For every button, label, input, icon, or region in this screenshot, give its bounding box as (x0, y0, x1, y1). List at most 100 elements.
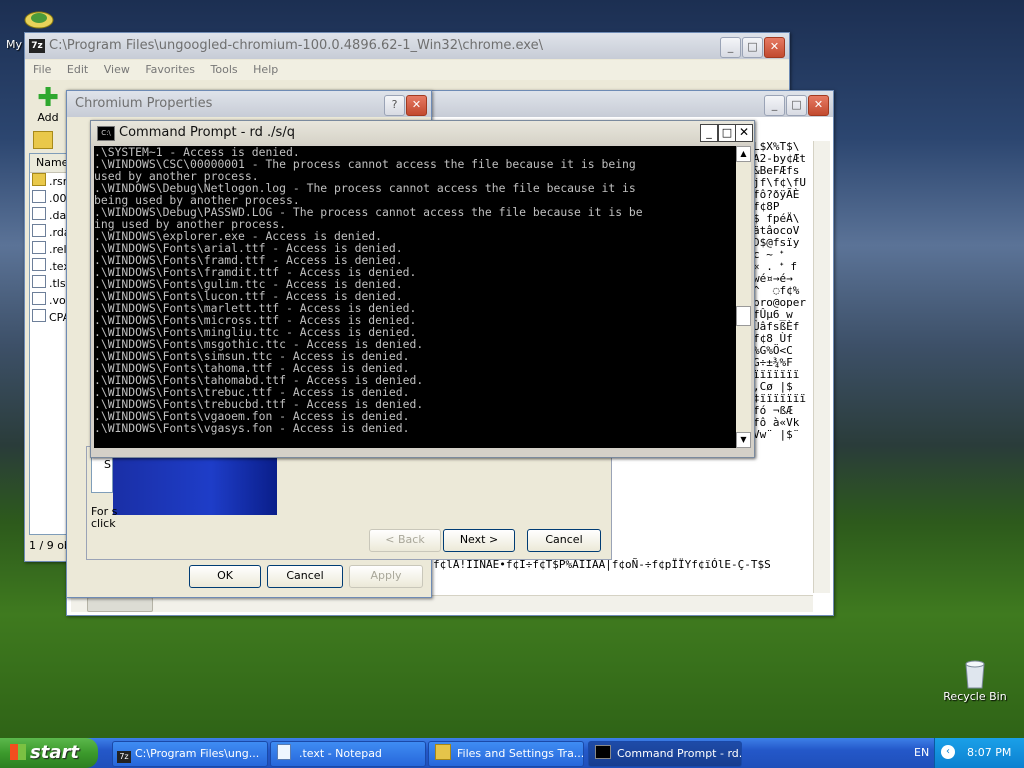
file-row[interactable]: .rsrc (30, 173, 70, 190)
props-close-button[interactable]: ✕ (406, 95, 427, 116)
add-label: Add (37, 111, 59, 124)
explorer-close-button[interactable]: ✕ (764, 37, 785, 58)
file-icon (32, 258, 46, 271)
file-icon (32, 224, 46, 237)
apply-button: Apply (349, 565, 423, 588)
hscroll-thumb[interactable] (87, 597, 153, 612)
cmd-title: Command Prompt - rd ./s/q (119, 125, 295, 140)
file-icon (32, 309, 46, 322)
task-transfer[interactable]: Files and Settings Tra... (428, 741, 584, 767)
task-cmd[interactable]: Command Prompt - rd... (588, 741, 742, 767)
menu-view[interactable]: View (104, 63, 130, 76)
network-icon (24, 11, 54, 29)
back-button: < Back (369, 529, 441, 552)
cmd-maximize-button[interactable]: □ (718, 124, 736, 142)
plus-icon: ✚ (37, 83, 59, 113)
cmd-line: .\WINDOWS\Fonts\vgasys.fon - Access is d… (94, 421, 410, 435)
file-row[interactable]: .vo (30, 292, 70, 309)
wizard-click-text: click (91, 517, 116, 530)
file-name: .da (49, 209, 67, 222)
help-button[interactable]: ? (384, 95, 405, 116)
file-name: .vo (49, 294, 66, 307)
file-row[interactable]: CPA (30, 309, 70, 326)
menu-edit[interactable]: Edit (67, 63, 88, 76)
system-tray: ‹ 8:07 PM (934, 738, 1024, 768)
task-cmd-label: Command Prompt - rd... (617, 747, 742, 760)
scroll-up-arrow[interactable]: ▲ (736, 146, 751, 162)
cmd-titlebar[interactable]: Command Prompt - rd ./s/q (91, 121, 754, 144)
cmd-task-icon (595, 745, 611, 759)
task-notepad-label: .text - Notepad (299, 747, 382, 760)
file-row[interactable]: .00 (30, 190, 70, 207)
file-icon (32, 207, 46, 220)
file-row[interactable]: .tex (30, 258, 70, 275)
menu-help[interactable]: Help (253, 63, 278, 76)
cmd-minimize-button[interactable]: _ (700, 124, 718, 142)
file-icon (32, 190, 46, 203)
command-prompt-window: Command Prompt - rd ./s/q C:\ _ □ ✕ .\SY… (90, 120, 755, 458)
notepad-icon (277, 744, 291, 760)
file-name: .rel (49, 243, 67, 256)
explorer-title: C:\Program Files\ungoogled-chromium-100.… (49, 38, 543, 53)
cmd-close-button[interactable]: ✕ (735, 124, 753, 142)
cmd-vscroll[interactable]: ▲ ▼ (736, 146, 751, 448)
name-column-header[interactable]: Name (30, 154, 70, 173)
file-list: Name .rsrc .00 .da .rda .rel .tex .tls .vo CPA (29, 153, 71, 535)
desktop-top-icon[interactable] (22, 6, 56, 30)
tray-arrow-icon[interactable]: ‹ (941, 745, 955, 759)
recycle-bin-icon (965, 660, 985, 689)
file-icon (32, 241, 46, 254)
cmd-output[interactable]: .\SYSTEM~1 - Access is denied. .\WINDOWS\… (94, 146, 736, 448)
recycle-bin[interactable]: Recycle Bin (940, 658, 1010, 710)
file-name: .00 (49, 192, 67, 205)
task-explorer-label: C:\Program Files\ung... (135, 747, 260, 760)
menu-tools[interactable]: Tools (211, 63, 238, 76)
task-explorer[interactable]: 7z C:\Program Files\ung... (112, 741, 268, 767)
explorer-maximize-button[interactable]: □ (742, 37, 763, 58)
up-folder-icon[interactable] (33, 131, 53, 149)
notepad-line: f¢lÅ!ÏÍÑÅÉ•f¢Ï÷f¢T$P%ÄÏÏÄÄ|f¢oÑ-÷f¢pÏÏYf… (433, 558, 771, 571)
chromium-properties-titlebar[interactable]: Chromium Properties (67, 91, 431, 117)
explorer-menubar: File Edit View Favorites Tools Help (25, 60, 789, 80)
chromium-properties-title: Chromium Properties (75, 96, 213, 111)
file-row[interactable]: .tls (30, 275, 70, 292)
task-transfer-label: Files and Settings Tra... (457, 747, 584, 760)
notepad-vscroll[interactable] (813, 141, 830, 593)
wizard-side-text: S (104, 458, 111, 471)
next-button[interactable]: Next > (443, 529, 515, 552)
menu-favorites[interactable]: Favorites (145, 63, 195, 76)
menu-file[interactable]: File (33, 63, 51, 76)
start-label: start (30, 742, 79, 763)
clock[interactable]: 8:07 PM (967, 746, 1011, 759)
add-button[interactable]: ✚ Add (33, 83, 63, 124)
ok-button[interactable]: OK (189, 565, 261, 588)
folder-icon (32, 173, 46, 186)
wizard-graphic (113, 453, 277, 515)
file-row[interactable]: .rda (30, 224, 70, 241)
7zip-task-icon: 7z (117, 751, 131, 763)
explorer-minimize-button[interactable]: _ (720, 37, 741, 58)
scroll-thumb[interactable] (736, 306, 751, 326)
file-row[interactable]: .rel (30, 241, 70, 258)
recycle-bin-label: Recycle Bin (943, 690, 1007, 703)
7zip-icon: 7z (29, 39, 45, 53)
file-icon (32, 275, 46, 288)
notepad-close-button[interactable]: ✕ (808, 95, 829, 116)
wizard-window: S For s click < Back Next > Cancel (86, 446, 612, 560)
task-notepad[interactable]: .text - Notepad (270, 741, 426, 767)
notepad-maximize-button[interactable]: □ (786, 95, 807, 116)
cmd-icon: C:\ (97, 126, 115, 141)
start-button[interactable]: start (0, 738, 98, 768)
language-indicator[interactable]: EN (914, 746, 929, 759)
props-cancel-button[interactable]: Cancel (267, 565, 343, 588)
desktop-my-label[interactable]: My (6, 38, 22, 51)
wizard-cancel-button[interactable]: Cancel (527, 529, 601, 552)
file-name: .tls (49, 277, 66, 290)
explorer-titlebar[interactable]: C:\Program Files\ungoogled-chromium-100.… (25, 33, 789, 59)
file-row[interactable]: .da (30, 207, 70, 224)
notepad-text-right[interactable]: L$X%T$\ A2-by¢Æt &BeFÆfs jf\f¢\fU fô?ðÿÃÈ f¢8… (753, 141, 813, 491)
scroll-down-arrow[interactable]: ▼ (736, 432, 751, 448)
transfer-icon (435, 744, 451, 760)
file-icon (32, 292, 46, 305)
notepad-minimize-button[interactable]: _ (764, 95, 785, 116)
